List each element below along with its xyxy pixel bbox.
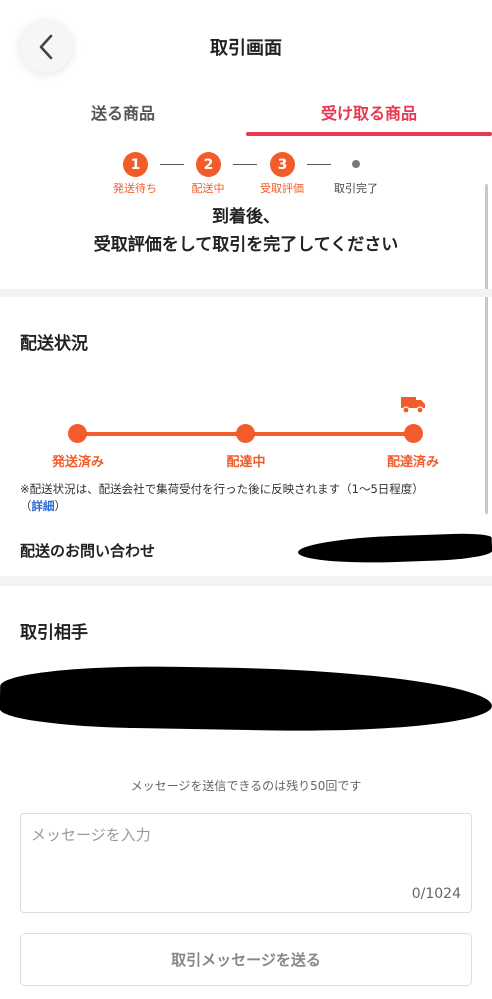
shipping-note: ※配送状況は、配送会社で集荷受付を行った後に反映されます（1～5日程度） （詳細… [20,481,482,515]
track-label-in-delivery: 配達中 [226,455,266,470]
section-divider [0,576,492,586]
trade-partner-title: 取引相手 [20,623,88,643]
track-label-shipped: 発送済み [51,455,104,470]
scrollbar[interactable] [485,184,488,514]
detail-link-open: （ [20,499,32,513]
shipping-note-text: ※配送状況は、配送会社で集荷受付を行った後に反映されます（1～5日程度） [20,482,424,496]
detail-link-close: ） [54,499,67,513]
active-tab-indicator [246,132,492,136]
step-3-label: 受取評価 [260,182,304,195]
message-input[interactable] [31,824,461,884]
section-divider [0,289,492,297]
redacted-partner-info [0,663,492,735]
step-1-label: 発送待ち [113,182,157,195]
page-title: 取引画面 [210,38,282,59]
detail-link[interactable]: 詳細 [32,499,55,513]
shipping-status-title: 配送状況 [20,334,88,354]
send-message-button[interactable]: 取引メッセージを送る [20,933,472,986]
completion-notice: 到着後、 受取評価をして取引を完了してください [0,203,492,259]
step-3-badge: 3 [270,152,295,177]
notice-line-2: 受取評価をして取引を完了してください [93,235,399,255]
step-1-badge: 1 [123,152,148,177]
track-node-shipped [68,424,87,443]
step-connector [307,164,331,165]
step-2-badge: 2 [196,152,221,177]
truck-icon [401,397,425,414]
notice-line-1: 到着後、 [212,207,280,227]
message-box: 0/1024 [20,813,472,913]
tab-send-items[interactable]: 送る商品 [0,95,246,140]
progress-steps: 1 2 3 発送待ち 配送中 受取評価 取引完了 [0,150,492,200]
tab-bar: 送る商品 受け取る商品 [0,95,492,140]
track-node-delivered [404,424,423,443]
step-connector [233,164,257,165]
step-4-dot [352,160,360,168]
track-node-in-delivery [236,424,255,443]
header: 取引画面 [0,0,492,95]
shipping-inquiry-label[interactable]: 配送のお問い合わせ [20,540,155,561]
track-label-delivered: 配達済み [386,455,439,470]
redacted-tracking-info [297,532,492,566]
message-char-counter: 0/1024 [411,886,461,902]
step-4-label: 取引完了 [334,182,378,195]
step-connector [160,164,184,165]
remaining-messages-note: メッセージを送信できるのは残り50回です [130,779,362,793]
step-2-label: 配送中 [191,182,225,195]
